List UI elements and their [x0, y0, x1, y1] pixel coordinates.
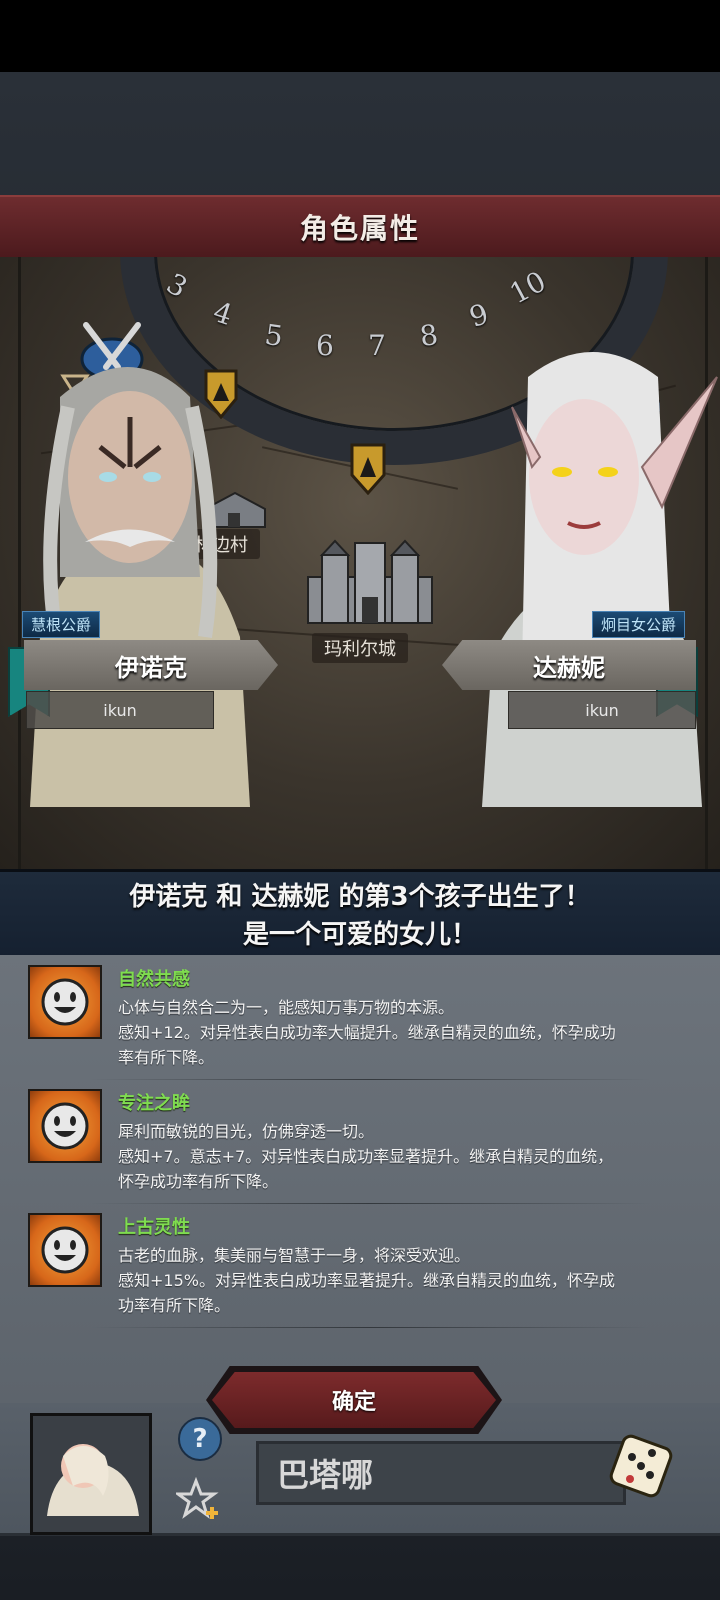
trait-description-line: 感知+12。对异性表白成功率大幅提升。继承自精灵的血统，怀孕成功: [118, 1023, 616, 1042]
father-sub-label: ikun: [103, 700, 137, 720]
help-symbol: ?: [192, 1424, 208, 1454]
mother-sub-label: ikun: [585, 700, 619, 720]
trait-divider: [90, 1079, 650, 1080]
dialog-title: 角色属性: [299, 212, 420, 245]
child-name-value: 巴塔哪: [277, 1456, 374, 1494]
smiley-icon: [28, 965, 102, 1039]
smiley-icon: [28, 1213, 102, 1287]
trait-description-line: 古老的血脉，集美丽与智慧于一身，将深受欢迎。: [118, 1246, 471, 1265]
trait-description-line: 心体与自然合二为一，能感知万事万物的本源。: [118, 998, 455, 1017]
mother-portrait[interactable]: [462, 337, 720, 807]
trait-name: 上古灵性: [118, 1217, 190, 1238]
castle-label[interactable]: 玛利尔城: [312, 633, 408, 663]
mother-name-banner[interactable]: 达赫妮: [442, 640, 696, 690]
child-name-input[interactable]: 巴塔哪: [256, 1441, 626, 1505]
birth-announcement: 伊诺克 和 达赫妮 的第3个孩子出生了！ 是一个可爱的女儿！: [0, 869, 720, 961]
mother-title-badge: 炯目女公爵: [592, 611, 686, 638]
add-favorite-star-icon[interactable]: [176, 1477, 222, 1523]
status-bar-area: [0, 0, 720, 72]
trait-description-line: 怀孕成功率有所下降。: [118, 1172, 279, 1191]
father-portrait[interactable]: [0, 337, 260, 807]
trait-name: 专注之眸: [118, 1093, 190, 1114]
trait-body: 专注之眸 犀利而敏锐的目光，仿佛穿透一切。 感知+7。意志+7。对异性表白成功率…: [118, 1089, 688, 1194]
father-name: 伊诺克: [115, 653, 187, 682]
help-button[interactable]: ?: [178, 1417, 222, 1461]
castle-shield-icon: [350, 443, 386, 495]
trait-description-line: 感知+7。意志+7。对异性表白成功率显著提升。继承自精灵的血统，: [118, 1147, 614, 1166]
announcement-line-2: 是一个可爱的女儿！: [242, 920, 477, 950]
random-name-dice-icon[interactable]: [604, 1429, 678, 1503]
trait-body: 自然共感 心体与自然合二为一，能感知万事万物的本源。 感知+12。对异性表白成功…: [118, 965, 688, 1070]
father-sub-banner: ikun: [26, 691, 214, 729]
map-scene: 3 4 5 6 7 8 9 10 行动 林边村: [0, 257, 720, 869]
mother-sub-banner: ikun: [508, 691, 696, 729]
confirm-label: 确定: [331, 1390, 376, 1415]
baby-icon: [47, 1444, 139, 1516]
trait-divider: [90, 1203, 650, 1204]
mother-name: 达赫妮: [533, 653, 605, 682]
trait-divider: [90, 1327, 650, 1328]
castle-icon: [307, 539, 433, 624]
father-title-badge: 慧根公爵: [22, 611, 101, 638]
trait-name: 自然共感: [118, 969, 190, 990]
announcement-line-1: 伊诺克 和 达赫妮 的第3个孩子出生了！: [129, 882, 591, 912]
trait-description-line: 感知+15%。对异性表白成功率显著提升。继承自精灵的血统，怀孕成: [118, 1271, 615, 1290]
confirm-button[interactable]: 确定: [212, 1372, 496, 1428]
trait-description-line: 功率有所下降。: [118, 1296, 231, 1315]
father-name-banner[interactable]: 伊诺克: [24, 640, 278, 690]
dial-number: 7: [368, 329, 386, 362]
trait-description-line: 率有所下降。: [118, 1048, 215, 1067]
dial-number: 6: [316, 329, 334, 362]
smiley-icon: [28, 1089, 102, 1163]
trait-description-line: 犀利而敏锐的目光，仿佛穿透一切。: [118, 1122, 375, 1141]
dialog-title-bar: 角色属性: [0, 195, 720, 259]
trait-body: 上古灵性 古老的血脉，集美丽与智慧于一身，将深受欢迎。 感知+15%。对异性表白…: [118, 1213, 688, 1318]
child-portrait[interactable]: [30, 1413, 152, 1535]
character-attributes-dialog: 角色属性 3 4 5 6 7 8 9 10 行动: [0, 195, 720, 1536]
traits-panel: 自然共感 心体与自然合二为一，能感知万事万物的本源。 感知+12。对异性表白成功…: [0, 955, 720, 1403]
